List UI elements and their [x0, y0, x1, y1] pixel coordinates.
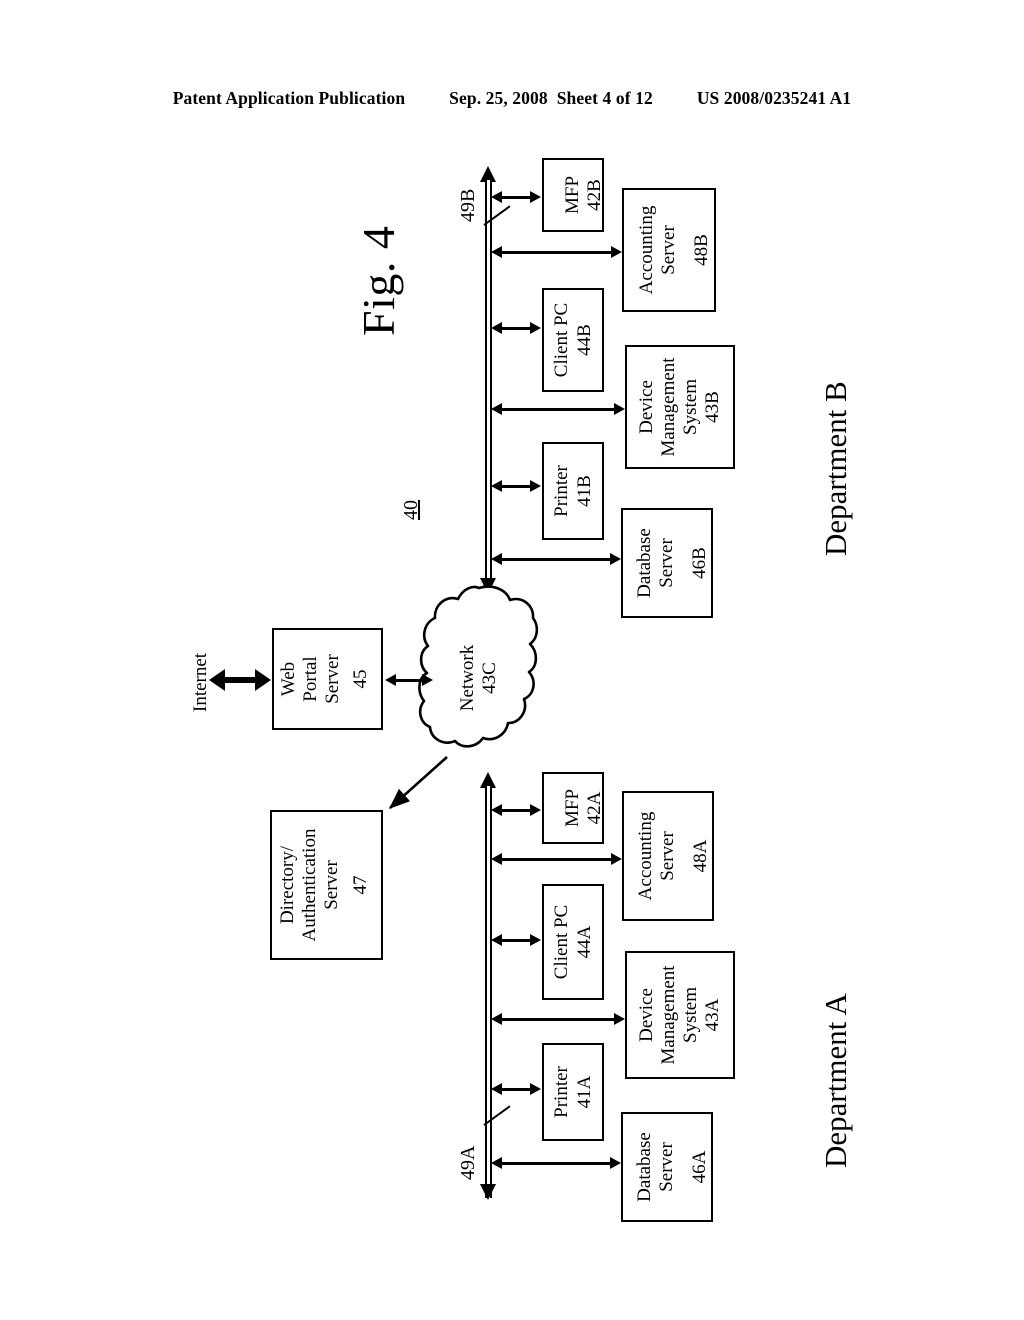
connector-bus-b-to-client-pc	[501, 327, 531, 330]
node-device-management-system-43a: Device Management System 43A	[625, 951, 735, 1079]
figure-4-network-diagram: Fig. 4 40 49B Department B MFP 42B Accou…	[0, 0, 1024, 1320]
connector-bus-b-to-accounting-server	[501, 251, 612, 254]
connector-bus-a-to-printer	[501, 1088, 531, 1091]
node-client-pc-44a-ref: 44A	[573, 925, 595, 959]
node-database-server-46b-name: Database Server	[633, 528, 677, 598]
node-database-server-46b-ref: 46B	[688, 547, 710, 579]
node-database-server-46a: Database Server 46A	[621, 1112, 713, 1222]
department-b-label: Department B	[818, 381, 853, 556]
node-accounting-server-48a: Accounting Server 48A	[622, 791, 714, 921]
node-directory-auth-server-47-ref: 47	[349, 875, 371, 895]
node-web-portal-server-45-name: Web Portal Server	[277, 654, 343, 704]
node-printer-41a-ref: 41A	[573, 1075, 595, 1109]
node-device-management-system-43b-ref: 43B	[701, 391, 723, 423]
connector-internet-to-web-portal-server	[224, 677, 256, 683]
node-printer-41a-name: Printer	[550, 1066, 572, 1118]
node-database-server-46b: Database Server 46B	[621, 508, 713, 618]
network-cloud-name: Network	[456, 644, 478, 712]
bus-a-arrowhead-bottom	[480, 1184, 496, 1200]
node-mfp-42a: MFP 42A	[542, 772, 605, 844]
node-device-management-system-43b: Device Management System 43B	[625, 345, 735, 469]
connector-bus-b-to-device-management-system	[501, 408, 615, 411]
connector-bus-b-to-mfp	[501, 196, 531, 199]
node-mfp-42b: MFP 42B	[542, 158, 605, 232]
node-mfp-42b-label: MFP	[561, 175, 583, 215]
node-device-management-system-43b-name: Device Management System	[635, 357, 702, 457]
node-device-management-system-43a-ref: 43A	[701, 998, 723, 1032]
network-cloud-43c: Network 43C	[418, 582, 540, 774]
node-accounting-server-48b: Accounting Server 48B	[622, 188, 716, 312]
node-web-portal-server-45: Web Portal Server 45	[272, 628, 383, 730]
network-bus-b	[484, 180, 492, 592]
node-printer-41b: Printer 41B	[542, 442, 604, 540]
node-client-pc-44a-name: Client PC	[550, 904, 572, 980]
connector-bus-a-to-mfp	[501, 809, 531, 812]
node-printer-41a: Printer 41A	[542, 1043, 604, 1141]
network-cloud-ref: 43C	[479, 662, 500, 694]
node-accounting-server-48b-name: Accounting Server	[635, 205, 679, 295]
department-a-label: Department A	[818, 993, 853, 1168]
connector-bus-a-to-accounting-server	[501, 858, 612, 861]
connector-bus-b-to-database-server	[501, 558, 611, 561]
node-database-server-46a-name: Database Server	[633, 1132, 677, 1202]
node-accounting-server-48b-ref: 48B	[690, 234, 712, 266]
bus-a-reference-numeral: 49A	[457, 1145, 479, 1180]
node-client-pc-44a: Client PC 44A	[542, 884, 604, 1000]
system-reference-numeral: 40	[400, 500, 422, 520]
figure-title: Fig. 4	[353, 225, 404, 336]
network-bus-a	[484, 786, 492, 1198]
node-device-management-system-43a-name: Device Management System	[635, 965, 702, 1065]
node-client-pc-44b-name: Client PC	[550, 302, 572, 378]
connector-bus-b-to-printer	[501, 485, 531, 488]
bus-b-reference-numeral: 49B	[457, 188, 479, 222]
node-web-portal-server-45-ref: 45	[349, 669, 371, 689]
node-client-pc-44b-ref: 44B	[573, 324, 595, 356]
node-database-server-46a-ref: 46A	[688, 1150, 710, 1184]
node-client-pc-44b: Client PC 44B	[542, 288, 604, 392]
node-accounting-server-48a-ref: 48A	[689, 839, 711, 873]
node-mfp-42b-ref: 42B	[583, 179, 605, 211]
node-directory-auth-server-47-name: Directory/Authentication Server	[276, 828, 342, 942]
connector-bus-a-to-client-pc	[501, 939, 531, 942]
node-directory-auth-server-47: Directory/Authentication Server 47	[270, 810, 383, 960]
connector-bus-a-to-database-server	[501, 1162, 611, 1165]
node-mfp-42a-name: MFP	[561, 788, 583, 828]
connector-web-portal-server-to-network	[395, 679, 423, 682]
network-cloud-label: Network 43C	[457, 645, 501, 711]
node-accounting-server-48a-name: Accounting Server	[634, 811, 678, 901]
node-mfp-42a-ref: 42A	[583, 791, 605, 825]
node-printer-41b-name: Printer	[550, 465, 572, 517]
connector-bus-a-to-device-management-system	[501, 1018, 615, 1021]
node-printer-41b-ref: 41B	[573, 475, 595, 507]
